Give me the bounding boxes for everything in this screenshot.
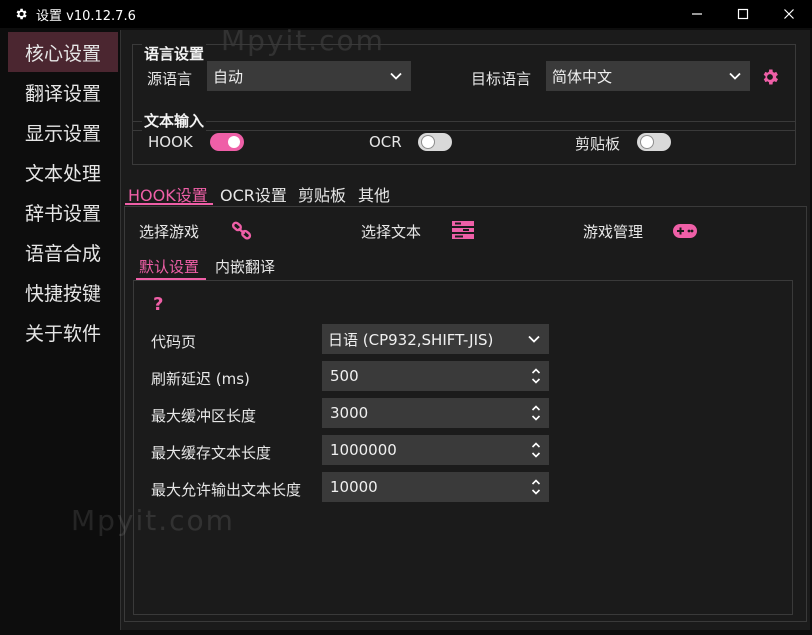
gamepad-icon[interactable] <box>672 222 698 240</box>
close-button[interactable] <box>766 0 812 28</box>
watermark: Mpyit.com <box>71 504 235 537</box>
maximize-icon <box>737 8 749 20</box>
chevron-down-icon <box>528 335 540 343</box>
refresh-delay-spinbox[interactable]: 500 <box>322 361 549 391</box>
close-icon <box>784 9 794 19</box>
select-text-label: 选择文本 <box>361 223 422 241</box>
help-icon[interactable]: ? <box>153 294 163 315</box>
clipboard-label: 剪贴板 <box>575 135 621 153</box>
sidebar-item-hotkeys[interactable]: 快捷按键 <box>8 272 118 312</box>
chevron-down-icon <box>729 72 741 80</box>
text-list-icon[interactable] <box>451 220 475 240</box>
tab-clipboard[interactable]: 剪贴板 <box>298 182 346 206</box>
toggle-knob <box>641 136 653 148</box>
codepage-value: 日语 (CP932,SHIFT-JIS) <box>328 330 494 349</box>
gear-icon <box>16 8 27 20</box>
sidebar-item-translate[interactable]: 翻译设置 <box>8 72 118 112</box>
tab-ocr-settings[interactable]: OCR设置 <box>220 182 287 206</box>
spin-arrows-icon[interactable] <box>531 367 541 385</box>
gear-icon[interactable] <box>760 67 780 87</box>
max-output-label: 最大允许输出文本长度 <box>151 481 302 499</box>
codepage-label: 代码页 <box>151 333 197 351</box>
maximize-button[interactable] <box>720 0 766 28</box>
codepage-select[interactable]: 日语 (CP932,SHIFT-JIS) <box>322 324 549 354</box>
target-language-select[interactable]: 简体中文 <box>546 61 750 91</box>
sidebar-item-about[interactable]: 关于软件 <box>8 312 118 352</box>
ocr-label: OCR <box>369 133 402 151</box>
refresh-delay-value: 500 <box>330 367 359 385</box>
window-title: 设置 v10.12.7.6 <box>36 8 136 24</box>
main-panel: Mpyit.com 语言设置 源语言 自动 目标语言 简体中文 文本输入 HOO… <box>71 24 810 630</box>
chevron-down-icon <box>390 72 402 80</box>
subtab-default-settings[interactable]: 默认设置 <box>139 256 199 277</box>
max-output-spinbox[interactable]: 10000 <box>322 472 549 502</box>
game-manage-label: 游戏管理 <box>583 223 644 241</box>
max-buffer-label: 最大缓冲区长度 <box>151 407 257 425</box>
target-language-label: 目标语言 <box>471 70 532 88</box>
max-cache-spinbox[interactable]: 1000000 <box>322 435 549 465</box>
sidebar-item-display[interactable]: 显示设置 <box>8 112 118 152</box>
max-buffer-value: 3000 <box>330 404 369 422</box>
source-language-select[interactable]: 自动 <box>207 61 411 91</box>
max-cache-label: 最大缓存文本长度 <box>151 444 272 462</box>
minimize-icon <box>692 13 702 15</box>
refresh-delay-label: 刷新延迟 (ms) <box>151 370 250 388</box>
hook-toggle[interactable] <box>210 133 244 151</box>
sidebar-item-tts[interactable]: 语音合成 <box>8 232 118 272</box>
tab-other[interactable]: 其他 <box>358 182 390 206</box>
ocr-toggle[interactable] <box>418 133 452 151</box>
select-game-label: 选择游戏 <box>139 223 200 241</box>
sidebar-item-dictionary[interactable]: 辞书设置 <box>8 192 118 232</box>
max-cache-value: 1000000 <box>330 441 397 459</box>
sidebar-item-core[interactable]: 核心设置 <box>8 32 118 72</box>
spin-arrows-icon[interactable] <box>531 404 541 422</box>
tab-underline <box>125 203 213 205</box>
text-input-group-title: 文本输入 <box>142 110 207 131</box>
source-language-label: 源语言 <box>147 70 193 88</box>
link-icon[interactable] <box>231 220 253 242</box>
toggle-knob <box>422 136 434 148</box>
spin-arrows-icon[interactable] <box>531 441 541 459</box>
title-bar: 设置 v10.12.7.6 <box>0 0 812 28</box>
target-language-value: 简体中文 <box>552 67 613 86</box>
language-group-title: 语言设置 <box>142 43 207 64</box>
minimize-button[interactable] <box>674 0 720 28</box>
spin-arrows-icon[interactable] <box>531 478 541 496</box>
sidebar: 核心设置 翻译设置 显示设置 文本处理 辞书设置 语音合成 快捷按键 关于软件 <box>8 32 118 352</box>
max-output-value: 10000 <box>330 478 378 496</box>
subtab-embedded-translation[interactable]: 内嵌翻译 <box>215 256 275 277</box>
clipboard-toggle[interactable] <box>637 133 671 151</box>
sidebar-item-text-processing[interactable]: 文本处理 <box>8 152 118 192</box>
toggle-knob <box>228 136 240 148</box>
max-buffer-spinbox[interactable]: 3000 <box>322 398 549 428</box>
source-language-value: 自动 <box>213 67 244 86</box>
hook-label: HOOK <box>148 133 193 151</box>
